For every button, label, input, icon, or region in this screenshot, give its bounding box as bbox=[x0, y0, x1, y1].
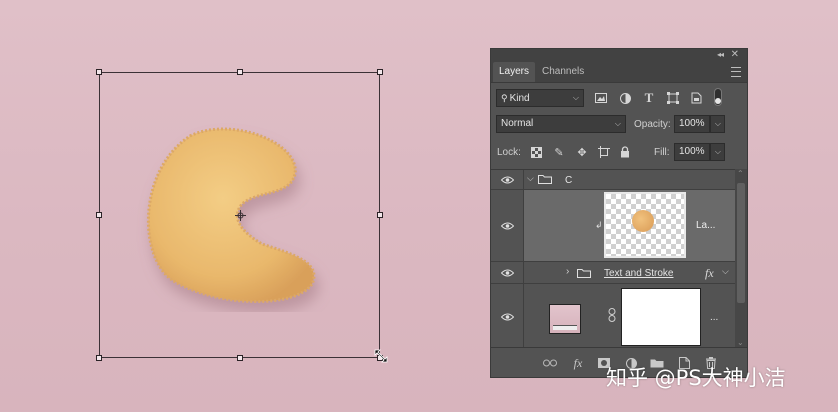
transform-handle-top-left[interactable] bbox=[96, 69, 102, 75]
reference-point-icon[interactable] bbox=[235, 210, 246, 221]
layers-scrollbar[interactable]: ⌃ ⌄ bbox=[735, 169, 747, 347]
folder-icon bbox=[577, 268, 591, 281]
lock-label: Lock: bbox=[497, 147, 521, 158]
fill-dropdown-button[interactable]: ⌵ bbox=[710, 143, 725, 161]
chevron-right-icon[interactable]: › bbox=[566, 266, 569, 277]
folder-icon bbox=[538, 174, 552, 187]
layer-row-group-c[interactable]: ⌵ C bbox=[491, 170, 735, 190]
chevron-down-icon: ⌵ bbox=[714, 147, 721, 156]
panel-tab-row: Layers Channels bbox=[491, 62, 747, 83]
lock-position-icon[interactable]: ✥ bbox=[575, 145, 589, 159]
filter-kind-label: Kind bbox=[509, 93, 530, 104]
link-layers-icon[interactable] bbox=[543, 356, 557, 370]
layer-name[interactable]: La... bbox=[696, 220, 715, 231]
thumbnail-bar bbox=[553, 325, 577, 330]
fx-icon[interactable]: fx bbox=[705, 266, 714, 281]
shape-layer-filter-icon[interactable] bbox=[666, 91, 680, 105]
layer-row-smart-object[interactable]: ↲ La... bbox=[491, 190, 735, 262]
opacity-input[interactable]: 100% bbox=[674, 115, 710, 133]
lock-artboard-icon[interactable] bbox=[597, 145, 611, 159]
type-layer-filter-icon[interactable]: T bbox=[642, 90, 656, 105]
transform-handle-left[interactable] bbox=[96, 212, 102, 218]
adjustment-layer-filter-icon[interactable] bbox=[618, 91, 632, 105]
transform-handle-top[interactable] bbox=[237, 69, 243, 75]
layer-name[interactable]: Text and Stroke bbox=[604, 268, 673, 279]
collapse-icon[interactable]: ◂◂ bbox=[717, 50, 724, 59]
fill-label: Fill: bbox=[654, 147, 670, 158]
link-icon[interactable] bbox=[608, 308, 616, 325]
fx-icon[interactable]: fx bbox=[571, 356, 585, 370]
smart-object-filter-icon[interactable] bbox=[689, 91, 703, 105]
lock-all-icon[interactable] bbox=[618, 145, 632, 159]
layers-panel: ◂◂ ✕ Layers Channels ⚲ Kind ⌵ T Normal ⌵ … bbox=[490, 48, 748, 378]
transform-handle-right[interactable] bbox=[377, 212, 383, 218]
tab-channels[interactable]: Channels bbox=[536, 62, 590, 82]
fill-input[interactable]: 100% bbox=[674, 143, 710, 161]
layer-thumbnail[interactable] bbox=[549, 304, 581, 334]
blend-mode-value: Normal bbox=[501, 118, 534, 129]
panel-title-bar[interactable]: ◂◂ ✕ bbox=[491, 49, 747, 62]
search-icon: ⚲ bbox=[501, 93, 508, 103]
opacity-value: 100% bbox=[679, 118, 705, 129]
eye-icon[interactable] bbox=[497, 266, 517, 280]
scroll-thumb[interactable] bbox=[737, 183, 745, 303]
pixel-layer-filter-icon[interactable] bbox=[594, 91, 608, 105]
thumbnail-cookie bbox=[632, 210, 654, 232]
eye-icon[interactable] bbox=[497, 310, 517, 324]
layer-mask-thumbnail[interactable] bbox=[621, 288, 701, 346]
close-icon[interactable]: ✕ bbox=[731, 49, 739, 60]
lock-image-pixels-icon[interactable]: ✎ bbox=[552, 145, 566, 159]
chevron-down-icon: ⌵ bbox=[714, 119, 721, 128]
chevron-down-icon: ⌵ bbox=[614, 119, 621, 128]
scroll-up-icon[interactable]: ⌃ bbox=[737, 169, 744, 178]
watermark: 知乎 @PS大神小洁 bbox=[606, 366, 786, 390]
scroll-down-icon[interactable]: ⌄ bbox=[737, 338, 744, 347]
transform-handle-bottom[interactable] bbox=[237, 355, 243, 361]
transform-handle-bottom-left[interactable] bbox=[96, 355, 102, 361]
chevron-down-icon[interactable]: ⌵ bbox=[722, 266, 729, 277]
resize-cursor-icon bbox=[374, 349, 388, 363]
eye-icon[interactable] bbox=[497, 173, 517, 187]
fill-value: 100% bbox=[679, 146, 705, 157]
chevron-down-icon: ⌵ bbox=[572, 93, 579, 102]
layer-list[interactable]: ⌵ C ↲ La... › Text and Stroke fx ⌵ ... bbox=[491, 169, 735, 348]
blend-mode-dropdown[interactable]: Normal ⌵ bbox=[496, 115, 626, 133]
filter-kind-dropdown[interactable]: ⚲ Kind ⌵ bbox=[496, 89, 584, 107]
opacity-label: Opacity: bbox=[634, 119, 671, 130]
layer-name[interactable]: ... bbox=[710, 312, 718, 323]
opacity-dropdown-button[interactable]: ⌵ bbox=[710, 115, 725, 133]
canvas[interactable] bbox=[0, 0, 480, 412]
panel-menu-icon[interactable] bbox=[731, 67, 741, 77]
clipping-mask-arrow-icon: ↲ bbox=[595, 220, 603, 230]
layer-name[interactable]: C bbox=[565, 175, 572, 186]
transform-handle-top-right[interactable] bbox=[377, 69, 383, 75]
layer-row-text-and-stroke[interactable]: › Text and Stroke fx ⌵ bbox=[491, 262, 735, 284]
tab-layers[interactable]: Layers bbox=[493, 62, 536, 82]
layer-thumbnail[interactable] bbox=[604, 192, 686, 258]
eye-icon[interactable] bbox=[497, 219, 517, 233]
chevron-down-icon[interactable]: ⌵ bbox=[527, 173, 534, 184]
lock-transparent-pixels-icon[interactable] bbox=[529, 145, 543, 159]
layer-row-with-mask[interactable]: ... bbox=[491, 284, 735, 348]
filter-toggle-icon[interactable] bbox=[712, 87, 724, 107]
